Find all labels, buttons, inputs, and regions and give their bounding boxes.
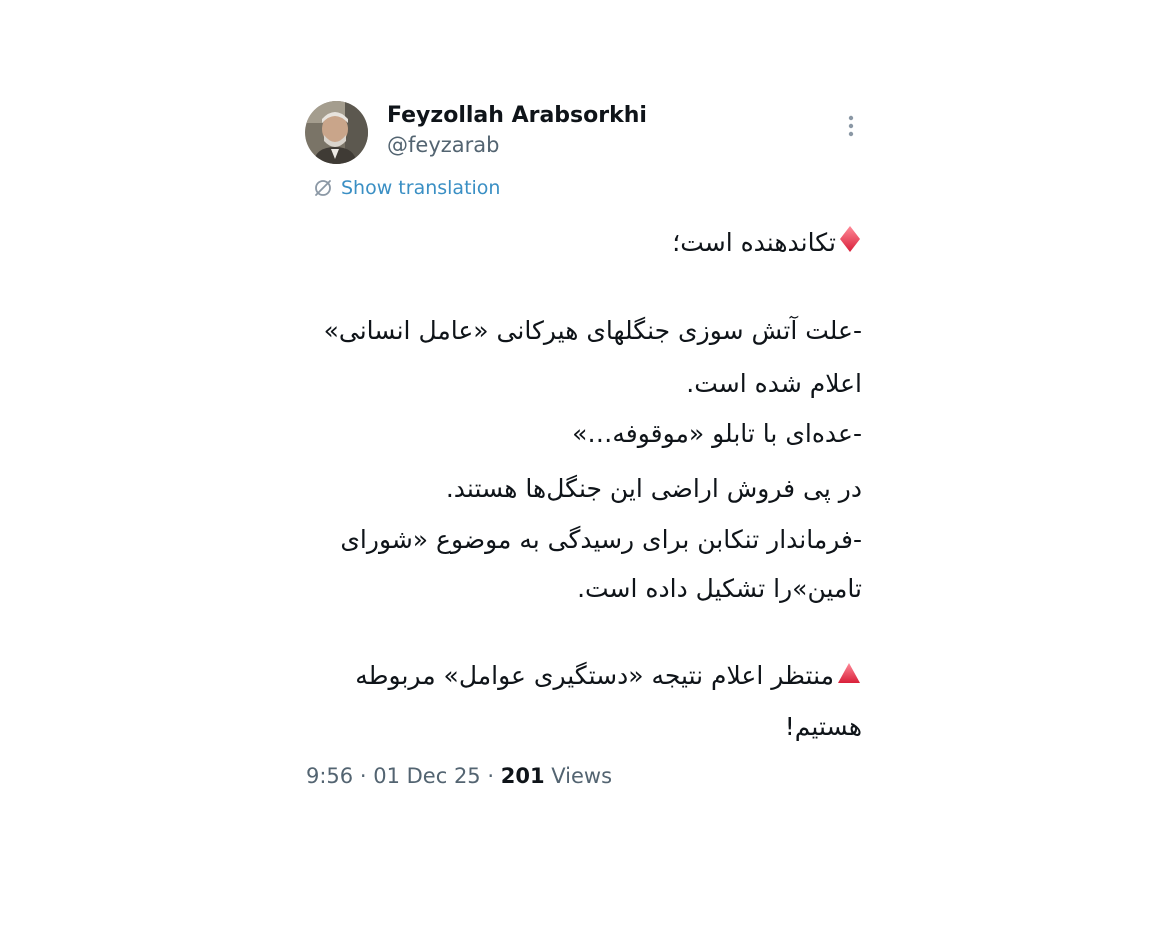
tweet-line-9: هستیم! [784,712,862,741]
views-label: Views [551,764,613,788]
tweet-line-6: -فرماندار تنکابن برای رسیدگی به موضوع «ش… [340,525,862,554]
red-diamond-icon [838,224,862,264]
show-translation-button[interactable]: Show translation [313,177,500,199]
meta-separator: · [487,764,495,788]
tweet-line-2: -علت آتش سوزی جنگلهای هیرکانی «عامل انسا… [323,316,862,345]
tweet-meta: 9:56 · 01 Dec 25 · 201 Views [306,764,612,788]
views-count: 201 [500,764,545,788]
tweet-line-text: تکاندهنده است؛ [672,228,836,257]
author-display-name[interactable]: Feyzollah Arabsorkhi [387,103,647,128]
avatar-photo-icon [305,101,368,164]
translate-icon [315,180,331,196]
more-vertical-icon [848,115,854,137]
tweet-line-text: منتظر اعلام نتیجه «دستگیری عوامل» مربوطه [355,661,834,690]
meta-separator: · [359,764,367,788]
red-triangle-icon [836,659,862,695]
tweet-time[interactable]: 9:56 [306,764,353,788]
tweet-line-4: -عده‌ای با تابلو «موقوفه…» [572,419,862,448]
more-options-button[interactable] [836,111,866,141]
tweet-date[interactable]: 01 Dec 25 [373,764,480,788]
author-handle[interactable]: @feyzarab [387,133,499,157]
tweet-line-8: منتظر اعلام نتیجه «دستگیری عوامل» مربوطه [355,658,862,695]
tweet-line-7: تامین»را تشکیل داده است. [577,574,862,603]
tweet-line-3: اعلام شده است. [686,369,862,398]
author-avatar[interactable] [305,101,368,164]
tweet-card: Feyzollah Arabsorkhi @feyzarab Show tran… [0,0,1170,936]
tweet-line-1: تکاندهنده است؛ [672,224,862,264]
tweet-line-5: در پی فروش اراضی این جنگل‌ها هستند. [445,474,862,503]
show-translation-label: Show translation [341,177,501,199]
